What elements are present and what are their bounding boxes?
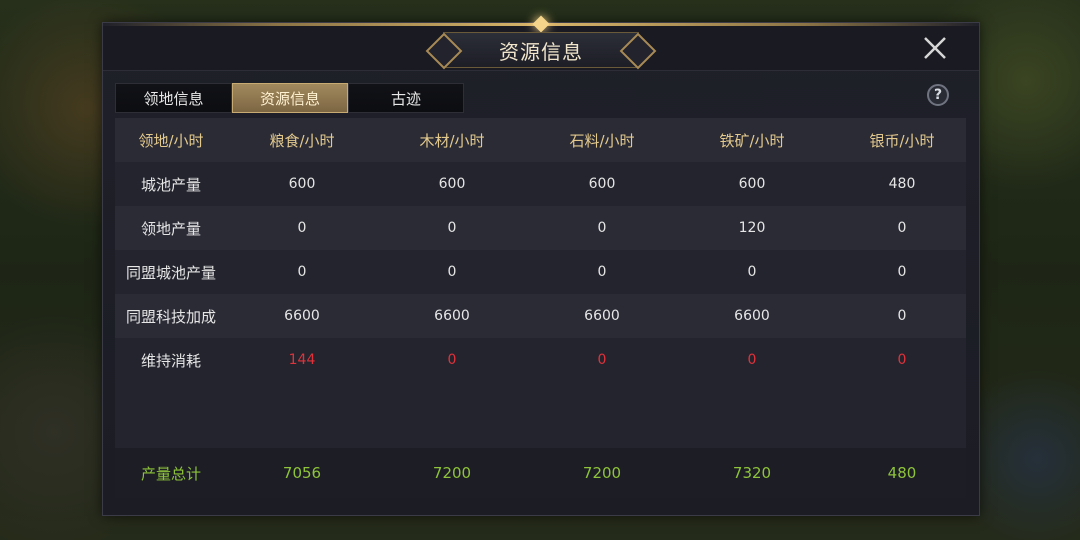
tab-territory-info[interactable]: 领地信息 — [115, 83, 232, 113]
resource-info-dialog: 资源信息 领地信息 资源信息 古迹 ? 领地/小时 粮食/小时 木材/小时 石料… — [102, 15, 980, 516]
cell-value: 6600 — [584, 308, 620, 324]
resource-table: 领地/小时 粮食/小时 木材/小时 石料/小时 铁矿/小时 银币/小时 城池产量… — [115, 118, 966, 498]
help-button[interactable]: ? — [927, 84, 949, 106]
row-label: 领地产量 — [140, 219, 201, 238]
cell-value: 0 — [747, 264, 757, 280]
row-label: 城池产量 — [140, 175, 201, 194]
table-row: 维持消耗 144 0 0 0 0 — [115, 338, 966, 382]
header-territory: 领地/小时 — [138, 131, 204, 150]
total-value: 7200 — [432, 464, 472, 482]
cell-value: 600 — [738, 176, 766, 192]
close-icon — [924, 37, 946, 59]
cell-value: 6600 — [434, 308, 470, 324]
cell-value: 0 — [297, 264, 307, 280]
total-value: 480 — [887, 464, 917, 482]
table-row: 领地产量 0 0 0 120 0 — [115, 206, 966, 250]
cell-value: 600 — [588, 176, 616, 192]
cell-value: 120 — [738, 220, 766, 236]
cell-value: 0 — [447, 264, 457, 280]
cell-value: 600 — [438, 176, 466, 192]
tab-resource-info[interactable]: 资源信息 — [232, 83, 348, 113]
cell-value: 0 — [897, 308, 907, 324]
help-icon: ? — [933, 87, 943, 103]
cell-value: 0 — [597, 220, 607, 236]
cell-value-negative: 144 — [288, 352, 316, 368]
table-row: 同盟城池产量 0 0 0 0 0 — [115, 250, 966, 294]
header-iron: 铁矿/小时 — [719, 131, 785, 150]
cell-value-negative: 0 — [747, 352, 757, 368]
tab-relics[interactable]: 古迹 — [348, 83, 464, 113]
cell-value: 6600 — [284, 308, 320, 324]
header-silver: 银币/小时 — [869, 131, 935, 150]
cell-value-negative: 0 — [447, 352, 457, 368]
table-row: 同盟科技加成 6600 6600 6600 6600 0 — [115, 294, 966, 338]
cell-value-negative: 0 — [897, 352, 907, 368]
row-label: 维持消耗 — [140, 351, 201, 370]
table-header-row: 领地/小时 粮食/小时 木材/小时 石料/小时 铁矿/小时 银币/小时 — [115, 118, 966, 162]
cell-value: 600 — [288, 176, 316, 192]
header-food: 粮食/小时 — [269, 131, 335, 150]
cell-value: 6600 — [734, 308, 770, 324]
cell-value: 0 — [897, 220, 907, 236]
cell-value-negative: 0 — [597, 352, 607, 368]
header-wood: 木材/小时 — [419, 131, 485, 150]
total-label: 产量总计 — [140, 464, 201, 483]
tab-bar: 领地信息 资源信息 古迹 — [115, 83, 464, 113]
total-value: 7200 — [582, 464, 622, 482]
dialog-header: 资源信息 — [103, 15, 979, 71]
cell-value: 0 — [447, 220, 457, 236]
total-value: 7056 — [282, 464, 322, 482]
cell-value: 0 — [597, 264, 607, 280]
cell-value: 480 — [888, 176, 916, 192]
row-label: 同盟科技加成 — [125, 307, 216, 326]
dialog-title: 资源信息 — [499, 39, 583, 64]
table-row: 城池产量 600 600 600 600 480 — [115, 162, 966, 206]
close-button[interactable] — [921, 34, 949, 62]
cell-value: 0 — [897, 264, 907, 280]
total-value: 7320 — [732, 464, 772, 482]
cell-value: 0 — [297, 220, 307, 236]
total-row: 产量总计 7056 7200 7200 7320 480 — [115, 448, 966, 498]
title-plate: 资源信息 — [443, 32, 639, 68]
row-label: 同盟城池产量 — [125, 263, 216, 282]
header-stone: 石料/小时 — [569, 131, 635, 150]
